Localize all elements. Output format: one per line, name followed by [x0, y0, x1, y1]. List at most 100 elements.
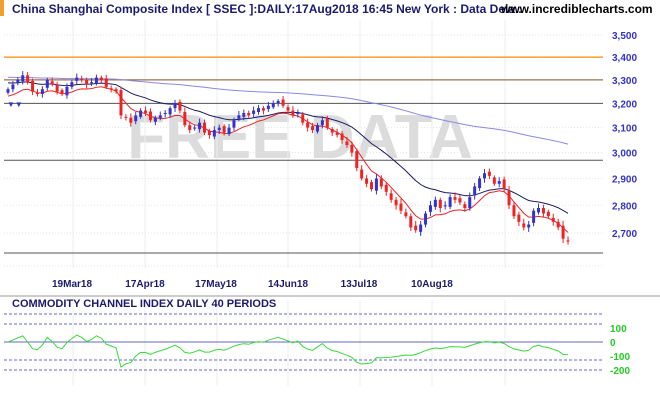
candle-body: [306, 122, 310, 128]
candle-body: [139, 110, 143, 117]
candle-body: [399, 203, 403, 211]
candle-body: [40, 89, 44, 94]
chart-window: China Shanghai Composite Index [ SSEC ]:…: [0, 0, 660, 400]
price-tick-label: 2,700: [612, 229, 637, 240]
candle-body: [458, 198, 462, 203]
candle-body: [50, 81, 54, 85]
candle-body: [428, 205, 432, 212]
price-tick-label: 3,000: [612, 149, 637, 160]
candle-body: [478, 178, 482, 189]
candle-body: [419, 224, 423, 232]
date-tick-label: 17May18: [195, 279, 237, 290]
price-tick-label: 3,500: [612, 31, 637, 42]
candle-body: [207, 131, 211, 136]
candle-body: [482, 173, 486, 179]
candle-body: [473, 186, 477, 196]
cci-tick-label: -200: [610, 366, 630, 377]
candle-body: [315, 125, 319, 132]
candle-body: [433, 199, 437, 207]
candle-body: [512, 205, 516, 217]
candle-body: [350, 145, 354, 153]
candle-body: [492, 177, 496, 184]
candle-body: [296, 112, 300, 114]
chart-title: China Shanghai Composite Index [ SSEC ]:…: [12, 2, 522, 16]
price-tick-label: 3,100: [612, 124, 637, 135]
candle-body: [335, 132, 339, 136]
candle-body: [31, 80, 35, 92]
date-tick-label: 19Mar18: [52, 279, 92, 290]
candle-body: [566, 240, 570, 242]
candle-body: [124, 116, 128, 118]
candle-body: [119, 90, 123, 116]
candle-body: [266, 105, 270, 110]
candle-body: [271, 103, 275, 108]
candle-body: [198, 122, 202, 130]
candle-body: [345, 141, 349, 146]
candle-body: [286, 107, 290, 111]
chart-svg: China Shanghai Composite Index [ SSEC ]:…: [0, 0, 660, 386]
price-tick-label: 3,200: [612, 99, 637, 110]
candle-body: [497, 181, 501, 184]
price-tick-label: 2,800: [612, 201, 637, 212]
candle-body: [217, 127, 221, 131]
cci-tick-label: -100: [610, 352, 630, 363]
candle-body: [114, 89, 118, 92]
candle-body: [340, 133, 344, 141]
candle-body: [129, 117, 133, 123]
candle-body: [502, 179, 506, 190]
candle-body: [188, 125, 192, 131]
candle-body: [173, 103, 177, 109]
candle-body: [144, 110, 148, 113]
candle-body: [202, 122, 206, 133]
candle-body: [35, 92, 39, 94]
candle-body: [325, 118, 329, 128]
candle-body: [178, 101, 182, 111]
candle-body: [237, 115, 241, 119]
candle-body: [153, 117, 157, 122]
candle-body: [281, 99, 285, 106]
candle-body: [183, 112, 187, 126]
candle-body: [60, 90, 64, 94]
price-tick-label: 3,400: [612, 53, 637, 64]
candle-body: [487, 171, 491, 176]
candle-body: [94, 77, 98, 84]
candle-body: [355, 151, 359, 169]
candle-body: [55, 84, 59, 92]
candle-body: [527, 224, 531, 228]
site-link[interactable]: www.incrediblecharts.com: [500, 2, 653, 16]
candle-body: [99, 77, 103, 80]
candle-body: [232, 120, 236, 128]
date-tick-label: 13Jul18: [341, 279, 378, 290]
candle-body: [45, 79, 49, 88]
candle-body: [443, 205, 447, 207]
candle-body: [70, 82, 74, 87]
candle-body: [330, 129, 334, 133]
candle-body: [193, 127, 197, 129]
candle-body: [507, 190, 511, 206]
candle-body: [65, 86, 69, 96]
candle-body: [409, 216, 413, 228]
marker-arrows: ▼▼: [7, 100, 23, 109]
candle-body: [556, 221, 560, 228]
candle-body: [252, 110, 256, 114]
candle-body: [242, 112, 246, 117]
candle-body: [301, 114, 305, 123]
candle-body: [21, 75, 25, 82]
candle-body: [438, 199, 442, 208]
candle-body: [75, 77, 79, 81]
date-tick-label: 10Aug18: [411, 279, 453, 290]
candle-body: [541, 207, 545, 214]
candle-body: [532, 210, 536, 223]
candle-body: [404, 212, 408, 217]
candle-body: [320, 120, 324, 126]
candle-body: [148, 111, 152, 121]
cci-tick-label: 0: [610, 338, 616, 349]
candle-body: [163, 112, 167, 114]
candle-body: [227, 127, 231, 135]
candle-body: [168, 108, 172, 115]
candle-body: [365, 178, 369, 184]
price-tick-label: 2,900: [612, 174, 637, 185]
candle-body: [463, 204, 467, 208]
corner-marker: [0, 0, 4, 16]
candle-body: [212, 130, 216, 137]
